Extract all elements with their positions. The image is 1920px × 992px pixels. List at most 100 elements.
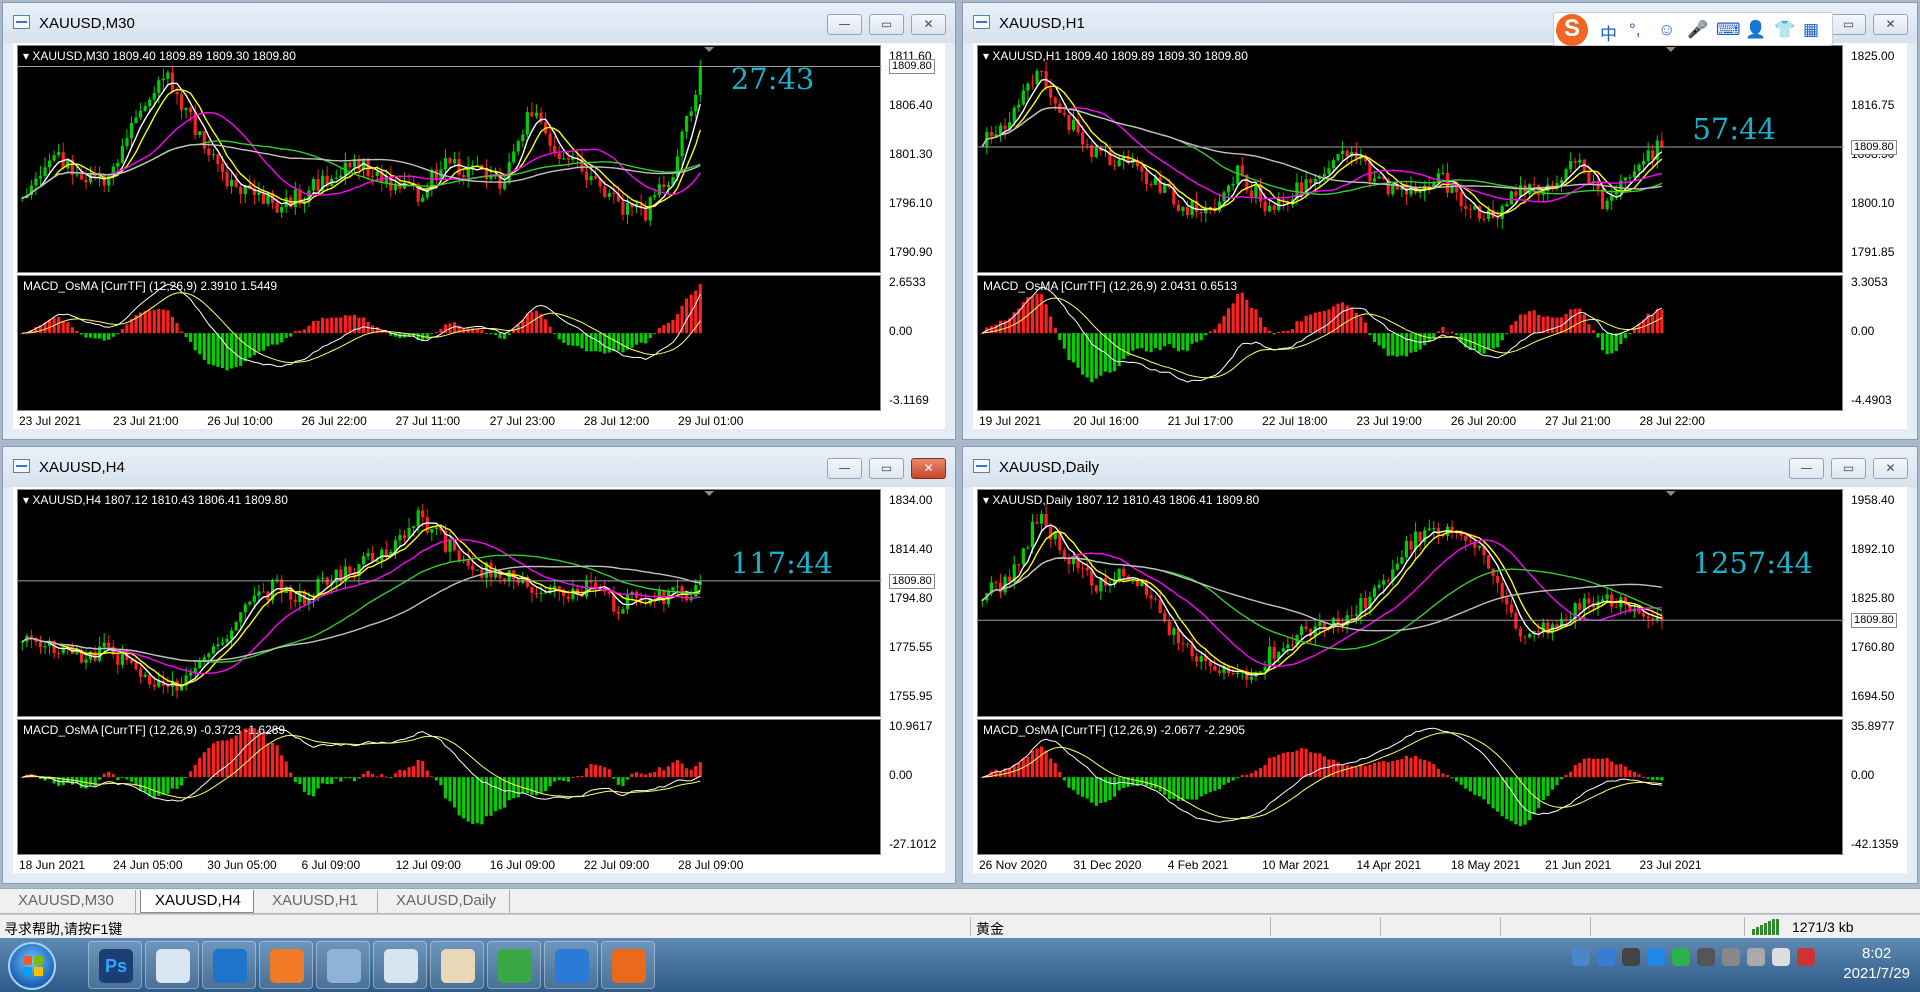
osma-bar <box>1450 331 1454 334</box>
time-axis[interactable]: 26 Nov 2020 31 Dec 2020 4 Feb 2021 10 Mar 2… <box>977 855 1843 875</box>
maximize-button[interactable]: ▭ <box>1831 458 1866 479</box>
candlestick-chart[interactable] <box>18 490 882 718</box>
tray-qq-icon[interactable] <box>1622 948 1640 966</box>
osma-bar <box>1623 333 1627 339</box>
time-tick-label: 28 Jul 22:00 <box>1639 414 1705 428</box>
ime-button-1-icon[interactable]: °, <box>1629 20 1641 40</box>
taskbar-qq-game-button[interactable] <box>601 941 655 989</box>
taskbar-paint-button[interactable] <box>430 941 484 989</box>
price-axis[interactable]: 1811.60 1806.40 1801.30 1796.10 1790.90 1809.… <box>883 45 945 273</box>
ime-button-5-icon[interactable]: 👤 <box>1745 20 1766 40</box>
chart-window-h1[interactable]: XAUUSD,H1—▭✕▾ XAUUSD,H1 1809.40 1809.89 … <box>962 2 1918 440</box>
maximize-button[interactable]: ▭ <box>869 458 904 479</box>
chart-window-daily[interactable]: XAUUSD,Daily — ▭ ✕ ▾ XAUUSD,Daily 1807.12 18… <box>962 446 1918 884</box>
taskbar-photoshop-button[interactable]: Ps <box>88 941 142 989</box>
macd-axis[interactable]: 3.3053 0.00 -4.4903 <box>1845 275 1907 411</box>
minimize-button[interactable]: — <box>827 14 862 35</box>
maximize-button[interactable]: ▭ <box>1831 14 1866 35</box>
candle-body <box>1122 568 1126 577</box>
tray-flag-icon[interactable] <box>1797 948 1815 966</box>
tab-xauusd-daily[interactable]: XAUUSD,Daily <box>382 890 510 913</box>
time-axis[interactable]: 18 Jun 2021 24 Jun 05:00 30 Jun 05:00 6 Jul… <box>17 855 881 875</box>
macd-pane[interactable]: MACD_OsMA [CurrTF] (12,26,9) 2.0431 0.65… <box>977 275 1843 411</box>
tray-keyboard-icon[interactable] <box>1697 948 1715 966</box>
ime-button-4-icon[interactable]: ⌨ <box>1716 20 1741 40</box>
price-pane[interactable]: ▾ XAUUSD,M30 1809.40 1809.89 1809.30 180… <box>17 45 882 273</box>
price-axis[interactable]: 1834.00 1814.40 1794.80 1775.55 1755.95 1809.… <box>883 489 945 717</box>
macd-axis[interactable]: 35.8977 0.00 -42.1359 <box>1845 719 1907 855</box>
macd-pane[interactable]: MACD_OsMA [CurrTF] (12,26,9) -0.3723 -1.… <box>17 719 881 855</box>
macd-histogram[interactable] <box>18 720 882 856</box>
macd-pane[interactable]: MACD_OsMA [CurrTF] (12,26,9) -2.0677 -2.… <box>977 719 1843 855</box>
moving-average-line <box>981 557 1663 651</box>
maximize-button[interactable]: ▭ <box>869 14 904 35</box>
osma-bar <box>166 310 170 334</box>
time-axis[interactable]: 23 Jul 2021 23 Jul 21:00 26 Jul 10:00 26 Ju… <box>17 411 881 431</box>
price-pane[interactable]: ▾ XAUUSD,Daily 1807.12 1810.43 1806.41 1… <box>977 489 1844 718</box>
ime-button-3-icon[interactable]: 🎤 <box>1687 20 1708 40</box>
macd-axis[interactable]: 10.9617 0.00 -27.1012 <box>883 719 945 855</box>
ime-button-6-icon[interactable]: 👕 <box>1774 20 1795 40</box>
macd-histogram[interactable] <box>18 276 882 412</box>
tray-wechat-tray-icon[interactable] <box>1672 948 1690 966</box>
candlestick-chart[interactable] <box>978 46 1844 274</box>
time-axis[interactable]: 19 Jul 2021 20 Jul 16:00 21 Jul 17:00 22 Ju… <box>977 411 1843 431</box>
chart-window-h4[interactable]: XAUUSD,H4 — ▭ ✕ ▾ XAUUSD,H4 1807.12 1810.43 … <box>2 446 956 884</box>
price-pane[interactable]: ▾ XAUUSD,H4 1807.12 1810.43 1806.41 1809… <box>17 489 882 718</box>
ime-toolbar[interactable]: S 中 °, ☺ 🎤 ⌨ 👤 👕 ▦ <box>1553 12 1833 46</box>
macd-axis[interactable]: 2.6533 0.00 -3.1169 <box>883 275 945 411</box>
close-button[interactable]: ✕ <box>911 14 946 35</box>
osma-bar <box>343 777 347 779</box>
osma-bar <box>1550 777 1554 790</box>
minimize-button[interactable]: — <box>1789 458 1824 479</box>
macd-histogram[interactable] <box>978 720 1844 856</box>
price-tick-label: 1755.95 <box>889 689 933 703</box>
photoshop-icon: Ps <box>99 949 133 983</box>
price-axis[interactable]: 1825.001816.751808.501800.101791.851809.… <box>1845 45 1907 273</box>
tab-xauusd-m30[interactable]: XAUUSD,M30 <box>4 890 136 913</box>
chart-area[interactable]: ▾ XAUUSD,Daily 1807.12 1810.43 1806.41 1… <box>973 487 1907 873</box>
candle-body <box>371 175 375 177</box>
taskbar-explorer-button[interactable] <box>316 941 370 989</box>
taskbar-feishu-button[interactable] <box>202 941 256 989</box>
ime-button-0-icon[interactable]: 中 <box>1600 20 1617 45</box>
macd-histogram[interactable] <box>978 276 1844 412</box>
tray-shield-icon[interactable] <box>1597 948 1615 966</box>
candle-body <box>202 131 206 149</box>
ime-button-2-icon[interactable]: ☺ <box>1658 20 1675 40</box>
taskbar-pinned-doc-button[interactable] <box>145 941 199 989</box>
tray-app-icon[interactable] <box>1647 948 1665 966</box>
tray-usb-icon[interactable] <box>1572 948 1590 966</box>
sogou-logo-icon[interactable]: S <box>1556 14 1588 46</box>
tab-xauusd-h4[interactable]: XAUUSD,H4 <box>140 890 254 913</box>
chart-area[interactable]: ▾ XAUUSD,M30 1809.40 1809.89 1809.30 180… <box>13 43 945 429</box>
osma-bar <box>1268 330 1272 334</box>
window-titlebar[interactable]: XAUUSD,H4 — ▭ ✕ <box>3 447 955 487</box>
price-axis[interactable]: 1958.40 1892.10 1825.80 1760.80 1694.50 1809.… <box>1845 489 1907 717</box>
chart-window-m30[interactable]: XAUUSD,M30 — ▭ ✕ ▾ XAUUSD,M30 1809.40 1809.8… <box>2 2 956 440</box>
macd-pane[interactable]: MACD_OsMA [CurrTF] (12,26,9) 2.3910 1.54… <box>17 275 881 411</box>
chart-area[interactable]: ▾ XAUUSD,H1 1809.40 1809.89 1809.30 1809… <box>973 43 1907 429</box>
tray-volume-icon[interactable] <box>1772 948 1790 966</box>
taskbar-notepad-button[interactable] <box>373 941 427 989</box>
osma-bar <box>207 747 211 778</box>
close-button[interactable]: ✕ <box>1873 458 1908 479</box>
chart-area[interactable]: ▾ XAUUSD,H4 1807.12 1810.43 1806.41 1809… <box>13 487 945 873</box>
window-titlebar[interactable]: XAUUSD,Daily — ▭ ✕ <box>963 447 1917 487</box>
close-button[interactable]: ✕ <box>911 458 946 479</box>
taskbar-browser-orange-button[interactable] <box>259 941 313 989</box>
close-button[interactable]: ✕ <box>1873 14 1908 35</box>
candlestick-chart[interactable] <box>978 490 1844 718</box>
window-titlebar[interactable]: XAUUSD,M30 — ▭ ✕ <box>3 3 955 43</box>
minimize-button[interactable]: — <box>827 458 862 479</box>
osma-bar <box>507 333 511 335</box>
start-button[interactable] <box>8 942 56 990</box>
tray-signal-icon[interactable] <box>1747 948 1765 966</box>
tray-network-icon[interactable] <box>1722 948 1740 966</box>
system-clock[interactable]: 8:02 2021/7/29 <box>1843 944 1910 984</box>
taskbar-wechat-button[interactable] <box>487 941 541 989</box>
taskbar-phone-app-button[interactable] <box>544 941 598 989</box>
tab-xauusd-h1[interactable]: XAUUSD,H1 <box>258 890 378 913</box>
ime-button-7-icon[interactable]: ▦ <box>1803 20 1819 40</box>
price-pane[interactable]: ▾ XAUUSD,H1 1809.40 1809.89 1809.30 1809… <box>977 45 1844 274</box>
